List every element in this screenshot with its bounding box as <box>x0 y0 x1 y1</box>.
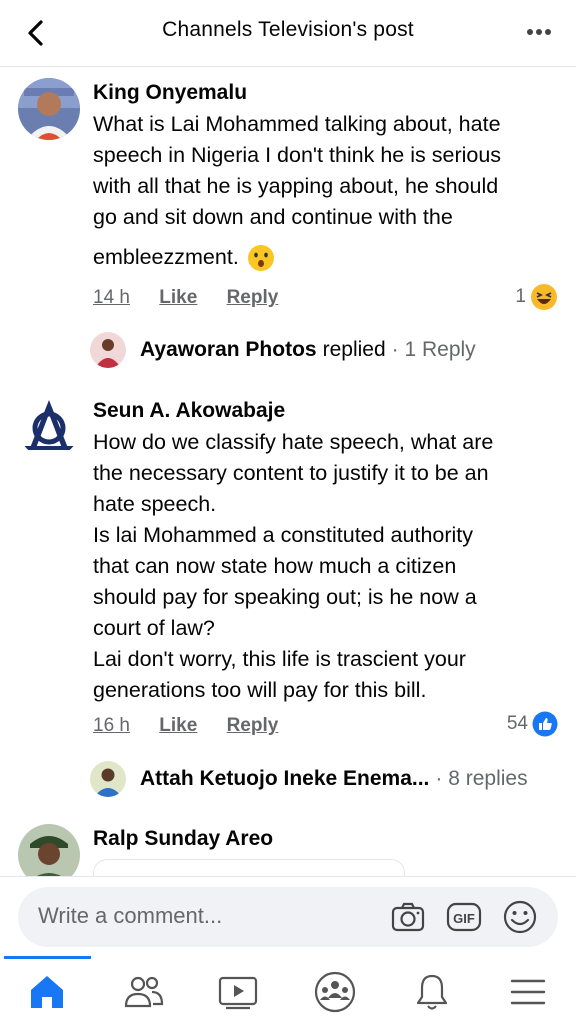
comment-author[interactable]: Ralp Sunday Areo <box>93 826 562 852</box>
friends-icon[interactable] <box>122 970 166 1014</box>
menu-icon[interactable] <box>506 970 550 1014</box>
comment-time[interactable]: 14 h <box>93 287 130 308</box>
reply-author: Ayaworan Photos <box>140 338 317 361</box>
comment-line: What is Lai Mohammed talking about, hate <box>93 112 501 136</box>
avatar[interactable] <box>18 78 80 140</box>
comment-line: the necessary content to justify it to b… <box>93 461 489 485</box>
reaction-count: 54 <box>506 713 528 734</box>
reply-count: · 8 replies <box>435 767 528 790</box>
comment-text: How do we classify hate speech, what are… <box>93 427 562 706</box>
comment-input[interactable]: Write a comment... GIF <box>18 887 558 947</box>
like-reaction-icon <box>532 711 558 737</box>
comment-author[interactable]: Seun A. Akowabaje <box>93 398 562 424</box>
view-replies-link[interactable]: Ayaworan Photos replied · 1 Reply <box>90 330 476 370</box>
comment-line: hate speech. <box>93 492 217 516</box>
post-header: Channels Television's post <box>0 0 576 67</box>
groups-icon[interactable] <box>313 970 357 1014</box>
page-title: Channels Television's post <box>162 18 414 41</box>
comment-line: generations too will pay for this bill. <box>93 678 427 702</box>
bell-icon[interactable] <box>410 970 454 1014</box>
comment-line: Lai don't worry, this life is trascient … <box>93 647 466 671</box>
camera-icon[interactable] <box>390 899 426 935</box>
reaction-summary[interactable]: 1 <box>515 283 558 311</box>
comment-line: court of law? <box>93 616 215 640</box>
surprised-face-emoji-icon <box>247 244 274 271</box>
comment-line: Is lai Mohammed a constituted authority <box>93 523 474 547</box>
reply-count: · 1 Reply <box>391 338 476 361</box>
comment-meta: 14 h Like Reply <box>93 287 302 309</box>
haha-reaction-icon <box>531 284 557 310</box>
comment-line: that can now state how much a citizen <box>93 554 457 578</box>
reply-button[interactable]: Reply <box>227 715 279 736</box>
home-icon[interactable] <box>25 970 69 1014</box>
reply-author: Attah Ketuojo Ineke Enema... <box>140 767 430 790</box>
video-icon[interactable] <box>216 970 260 1014</box>
comment-line: with all that he is yapping about, he sh… <box>93 174 499 198</box>
emoji-icon[interactable] <box>502 899 538 935</box>
comment-input-placeholder: Write a comment... <box>38 903 223 928</box>
svg-text:GIF: GIF <box>453 911 475 926</box>
comment-text: What is Lai Mohammed talking about, hate… <box>93 109 562 273</box>
bottom-tab-bar <box>0 956 576 1024</box>
gif-icon[interactable]: GIF <box>446 899 482 935</box>
avatar <box>90 761 126 797</box>
reaction-summary[interactable]: 54 <box>507 711 558 737</box>
comment-line: go and sit down and continue with the <box>93 205 453 229</box>
reply-action: replied <box>322 338 386 361</box>
reply-button[interactable]: Reply <box>227 287 279 308</box>
avatar <box>90 332 126 368</box>
comment-time[interactable]: 16 h <box>93 715 130 736</box>
view-replies-link[interactable]: Attah Ketuojo Ineke Enema... · 8 replies <box>90 759 528 799</box>
like-button[interactable]: Like <box>159 287 197 308</box>
comment-author[interactable]: King Onyemalu <box>93 80 562 106</box>
avatar[interactable] <box>18 396 80 458</box>
comment-meta: 16 h Like Reply <box>93 715 302 737</box>
comment-line: How do we classify hate speech, what are <box>93 430 494 454</box>
active-tab-indicator <box>4 956 91 959</box>
comment-line: embleezzment. <box>93 245 239 269</box>
comment-composer: Write a comment... GIF <box>0 876 576 957</box>
comment-line: speech in Nigeria I don't think he is se… <box>93 143 502 167</box>
like-button[interactable]: Like <box>159 715 197 736</box>
comment-line: should pay for speaking out; is he now a <box>93 585 477 609</box>
more-dots-icon[interactable] <box>524 20 554 44</box>
reaction-count: 1 <box>515 286 526 307</box>
